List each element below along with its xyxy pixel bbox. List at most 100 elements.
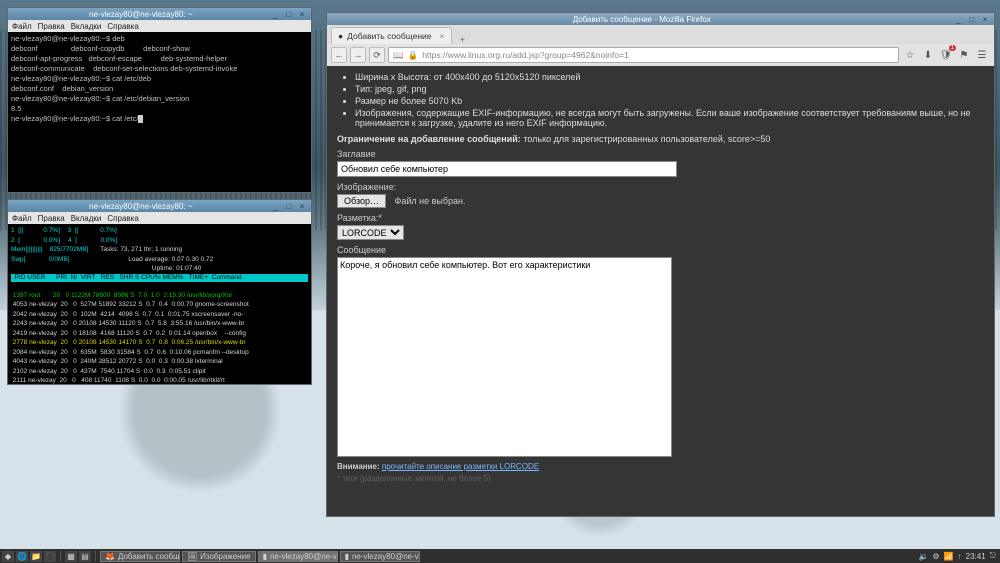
- cursor: [138, 115, 143, 123]
- window-buttons: _ □ ×: [270, 10, 307, 19]
- launcher-icon[interactable]: ⚫: [44, 551, 56, 562]
- minimize-button[interactable]: _: [271, 202, 281, 211]
- menu-edit[interactable]: Правка: [38, 22, 65, 31]
- task-icon: 🦊: [105, 552, 115, 561]
- forward-button[interactable]: →: [350, 47, 366, 63]
- menu-edit[interactable]: Правка: [38, 214, 65, 223]
- workspace-2-icon[interactable]: ▤: [79, 551, 91, 562]
- firefox-window[interactable]: Добавить сообщение - Mozilla Firefox _ □…: [326, 12, 995, 517]
- flag-icon[interactable]: ⚑: [956, 47, 972, 63]
- page-content[interactable]: Ширина x Высота: от 400x400 до 5120x5120…: [327, 66, 994, 516]
- maximize-button[interactable]: □: [284, 202, 294, 211]
- menubar: Файл Правка Вкладки Справка: [8, 20, 311, 32]
- markup-note: Внимание: прочитайте описание разметки L…: [337, 462, 984, 471]
- window-title: Добавить сообщение - Mozilla Firefox: [331, 15, 953, 24]
- title-input[interactable]: [337, 161, 677, 177]
- terminal-body[interactable]: ne-vlezay80@ne-vlezay80:~$ deb debconf d…: [8, 32, 311, 192]
- markup-select[interactable]: LORCODE: [337, 225, 404, 240]
- bookmark-star-icon[interactable]: ☆: [902, 47, 918, 63]
- task-icon: 🖼: [187, 552, 197, 561]
- task-terminal-2[interactable]: ▮ne-vlezay80@ne-v…: [340, 551, 420, 562]
- downloads-icon[interactable]: ⬇: [920, 47, 936, 63]
- new-tab-button[interactable]: +: [454, 34, 472, 44]
- titlebar[interactable]: ne-vlezay80@ne-vlezay80: ~ _ □ ×: [8, 8, 311, 20]
- window-title: ne-vlezay80@ne-vlezay80: ~: [12, 202, 270, 211]
- list-item: Ширина x Высота: от 400x400 до 5120x5120…: [355, 72, 984, 82]
- url-toolbar: ← → ⟳ 📖 🔒 https://www.linux.org.ru/add.j…: [327, 44, 994, 66]
- minimize-button[interactable]: _: [954, 15, 964, 24]
- tags-hint: * теги (разделенные запятой, не более 5): [337, 474, 984, 483]
- logout-icon[interactable]: ⎋: [990, 551, 996, 561]
- tab-add-message[interactable]: ● Добавить сообщение ×: [331, 27, 452, 44]
- restriction-label: Ограничение на добавление сообщений:: [337, 134, 521, 144]
- terminal-window-2-htop[interactable]: ne-vlezay80@ne-vlezay80: ~ _ □ × Файл Пр…: [7, 199, 312, 385]
- window-buttons: _ □ ×: [953, 15, 990, 24]
- reload-button[interactable]: ⟳: [369, 47, 385, 63]
- back-button[interactable]: ←: [331, 47, 347, 63]
- taskbar-left: ◆ 🌐 📁 ⚫ ▦ ▤ 🦊Добавить сообщ… 🖼Изображени…: [0, 551, 420, 562]
- updates-icon[interactable]: ↑: [958, 552, 962, 561]
- menu-tabs[interactable]: Вкладки: [71, 214, 102, 223]
- close-button[interactable]: ×: [297, 10, 307, 19]
- list-item: Размер не более 5070 Kb: [355, 96, 984, 106]
- task-terminal-1[interactable]: ▮ne-vlezay80@ne-v…: [258, 551, 338, 562]
- tab-label: Добавить сообщение: [347, 31, 431, 41]
- restriction-row: Ограничение на добавление сообщений: тол…: [337, 134, 984, 144]
- maximize-button[interactable]: □: [284, 10, 294, 19]
- window-buttons: _ □ ×: [270, 202, 307, 211]
- task-image[interactable]: 🖼Изображение: [182, 551, 256, 562]
- reader-mode-icon[interactable]: 📖: [393, 50, 404, 61]
- clock[interactable]: 23:41: [966, 552, 986, 561]
- message-label: Сообщение: [337, 245, 984, 255]
- message-textarea[interactable]: Короче, я обновил себе компьютер. Вот ег…: [337, 257, 672, 457]
- titlebar[interactable]: Добавить сообщение - Mozilla Firefox _ □…: [327, 13, 994, 25]
- tab-strip: ● Добавить сообщение × +: [327, 25, 994, 44]
- task-icon: ▮: [263, 552, 267, 561]
- lock-icon: 🔒: [408, 50, 419, 61]
- terminal-window-1[interactable]: ne-vlezay80@ne-vlezay80: ~ _ □ × Файл Пр…: [7, 7, 312, 193]
- image-label: Изображение:: [337, 182, 984, 192]
- restriction-text: только для зарегистрированных пользовате…: [523, 134, 770, 144]
- workspace-1-icon[interactable]: ▦: [65, 551, 77, 562]
- menubar: Файл Правка Вкладки Справка: [8, 212, 311, 224]
- tab-favicon-icon: ●: [338, 31, 343, 41]
- browse-button[interactable]: Обзор…: [337, 194, 386, 208]
- menu-help[interactable]: Справка: [107, 214, 138, 223]
- markup-label: Разметка:*: [337, 213, 984, 223]
- titlebar[interactable]: ne-vlezay80@ne-vlezay80: ~ _ □ ×: [8, 200, 311, 212]
- url-text: https://www.linux.org.ru/add.jsp?group=4…: [422, 50, 629, 60]
- settings-tray-icon[interactable]: ⚙: [933, 552, 940, 561]
- separator: [60, 551, 61, 561]
- taskbar-right: 🔉 ⚙ 📶 ↑ 23:41 ⎋: [919, 551, 1000, 561]
- separator: [95, 551, 96, 561]
- menu-help[interactable]: Справка: [107, 22, 138, 31]
- files-launcher-icon[interactable]: 📁: [30, 551, 42, 562]
- close-button[interactable]: ×: [980, 15, 990, 24]
- maximize-button[interactable]: □: [967, 15, 977, 24]
- requirements-list: Ширина x Высота: от 400x400 до 5120x5120…: [355, 72, 984, 128]
- tab-close-icon[interactable]: ×: [440, 31, 445, 41]
- start-menu-icon[interactable]: ◆: [2, 551, 14, 562]
- htop-body[interactable]: 1 [|| 0.7%] 3 [| 0.7%] 2 [ 0.0%] 4 [ 0.0…: [8, 224, 311, 384]
- htop-columns: PID USER PRI NI VIRT RES SHR S CPU% MEM%…: [11, 274, 308, 283]
- url-input[interactable]: 📖 🔒 https://www.linux.org.ru/add.jsp?gro…: [388, 47, 899, 63]
- network-icon[interactable]: 📶: [944, 552, 954, 561]
- menu-file[interactable]: Файл: [12, 214, 32, 223]
- window-title: ne-vlezay80@ne-vlezay80: ~: [12, 10, 270, 19]
- task-icon: ▮: [345, 552, 349, 561]
- menu-tabs[interactable]: Вкладки: [71, 22, 102, 31]
- browser-launcher-icon[interactable]: 🌐: [16, 551, 28, 562]
- volume-icon[interactable]: 🔉: [919, 552, 929, 561]
- menu-hamburger-icon[interactable]: ☰: [974, 47, 990, 63]
- list-item: Тип: jpeg, gif, png: [355, 84, 984, 94]
- minimize-button[interactable]: _: [271, 10, 281, 19]
- file-status: Файл не выбран.: [395, 196, 466, 206]
- shield-icon[interactable]: 🛡: [938, 47, 954, 63]
- close-button[interactable]: ×: [297, 202, 307, 211]
- task-firefox[interactable]: 🦊Добавить сообщ…: [100, 551, 180, 562]
- menu-file[interactable]: Файл: [12, 22, 32, 31]
- title-label: Заглавие: [337, 149, 984, 159]
- list-item: Изображения, содержащие EXIF-информацию,…: [355, 108, 984, 128]
- taskbar: ◆ 🌐 📁 ⚫ ▦ ▤ 🦊Добавить сообщ… 🖼Изображени…: [0, 549, 1000, 563]
- markup-help-link[interactable]: прочитайте описание разметки LORCODE: [382, 462, 539, 471]
